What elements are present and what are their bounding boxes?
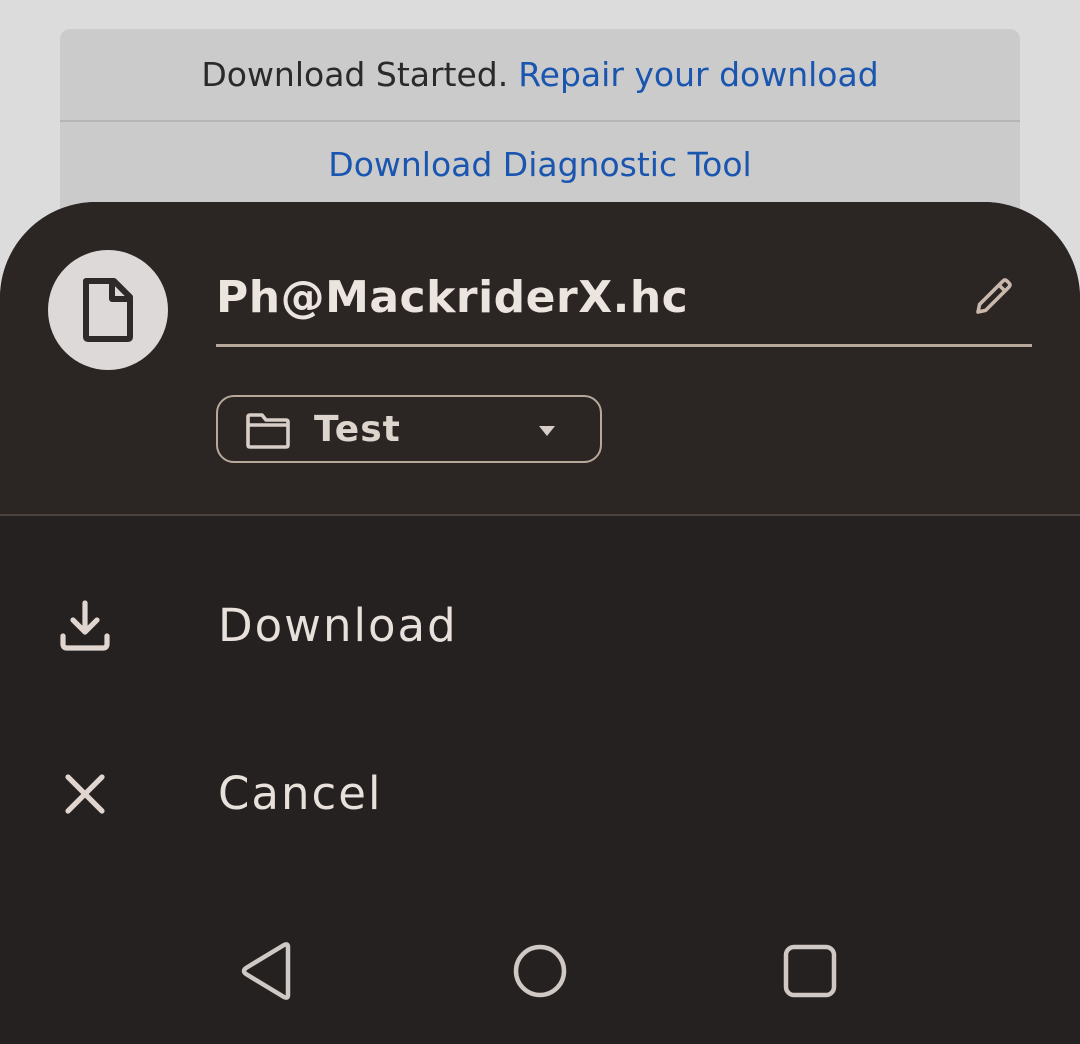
file-name-field[interactable]: Ph@MackriderX.hc [216,262,1032,347]
folder-selected-label: Test [314,409,401,450]
download-action-label: Download [218,599,458,652]
file-name-text[interactable]: Ph@MackriderX.hc [216,272,688,323]
cancel-action[interactable]: Cancel [0,720,1080,870]
recents-square-icon[interactable] [780,941,840,1001]
download-status-row: Download Started. Repair your download [60,29,1020,120]
download-status-text: Download Started. [201,55,509,94]
download-banner: Download Started. Repair your download D… [60,29,1020,229]
download-icon [60,600,110,651]
download-action[interactable]: Download [0,552,1080,702]
repair-download-link[interactable]: Repair your download [518,55,878,94]
folder-icon [246,413,290,449]
caret-down-icon [539,426,555,436]
pencil-icon[interactable] [970,272,1018,320]
folder-selector[interactable]: Test [216,395,602,463]
back-triangle-icon[interactable] [238,941,298,1001]
file-icon [48,250,168,370]
screen: Download Started. Repair your download D… [0,0,1080,1044]
sheet-header: Ph@MackriderX.hc Test [0,202,1080,514]
diagnostic-tool-link[interactable]: Download Diagnostic Tool [60,122,1020,206]
close-icon [65,774,105,814]
system-navigation-bar [0,915,1080,1044]
sheet-divider [0,514,1080,516]
cancel-action-label: Cancel [218,767,383,820]
home-circle-icon[interactable] [510,941,570,1001]
